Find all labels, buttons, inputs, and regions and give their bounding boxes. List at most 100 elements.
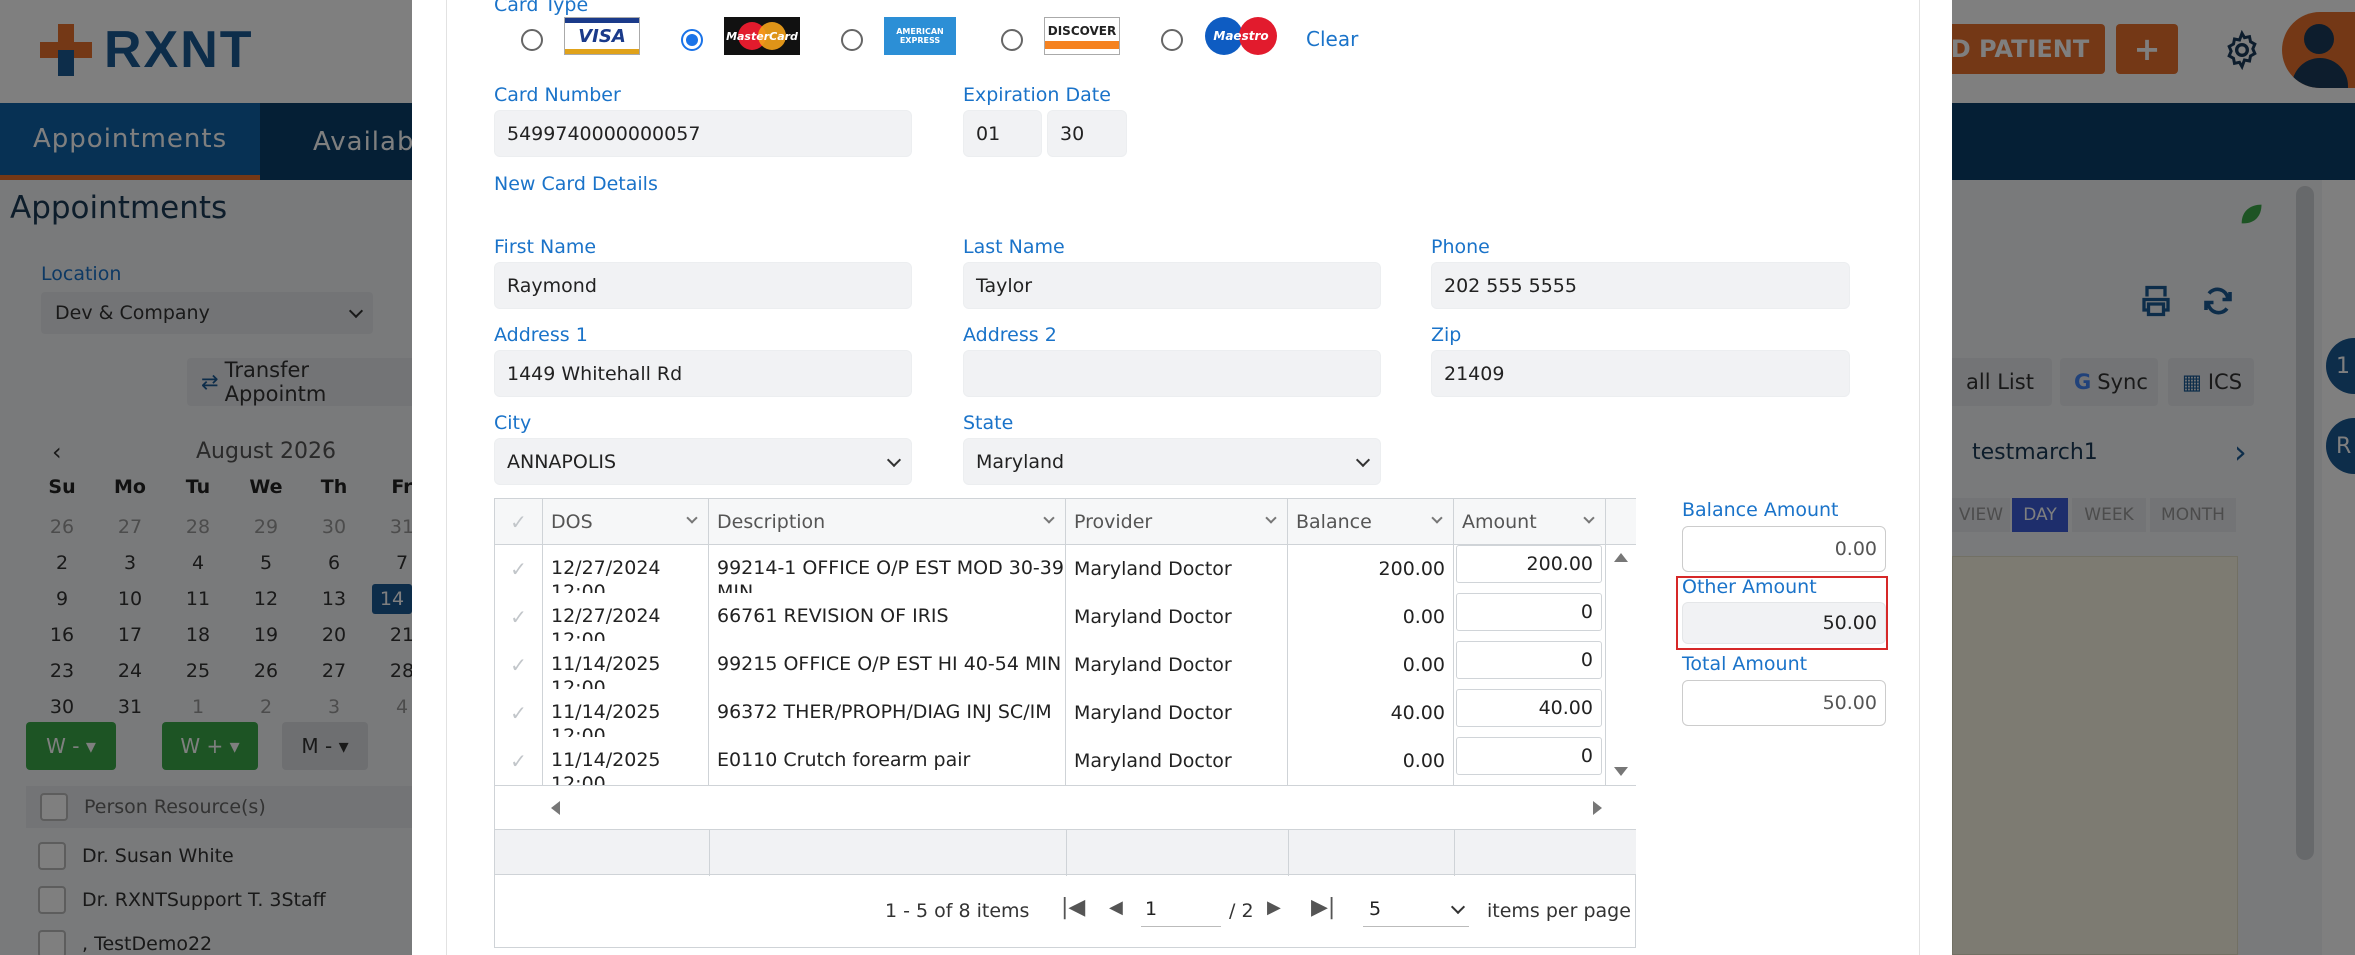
select-all-check[interactable]: ✓ bbox=[495, 499, 543, 545]
zip-input[interactable]: 21409 bbox=[1431, 350, 1850, 397]
next-page-icon[interactable]: ▶ bbox=[1267, 897, 1281, 918]
chevron-down-icon bbox=[1355, 452, 1371, 467]
mastercard-logo[interactable]: MasterCard bbox=[724, 17, 800, 55]
other-amount-input[interactable]: 50.00 bbox=[1682, 602, 1886, 644]
state-label: State bbox=[963, 412, 1014, 434]
dos-cell: 11/14/2025 12:00 bbox=[543, 641, 709, 689]
desc-cell: 99215 OFFICE O/P EST HI 40-54 MIN bbox=[709, 641, 1066, 689]
city-value: ANNAPOLIS bbox=[507, 450, 617, 473]
dos-cell: 11/14/2025 12:00 bbox=[543, 689, 709, 737]
total-amount-label: Total Amount bbox=[1682, 653, 1808, 675]
col-balance[interactable]: Balance bbox=[1288, 499, 1454, 545]
table-row[interactable]: ✓ 11/14/2025 12:00 99215 OFFICE O/P EST HI … bbox=[495, 641, 1606, 689]
chevron-down-icon[interactable] bbox=[1431, 512, 1443, 524]
check-icon[interactable]: ✓ bbox=[510, 557, 527, 581]
new-card-details-link[interactable]: New Card Details bbox=[494, 173, 658, 195]
page-size-select[interactable]: 5 bbox=[1363, 891, 1469, 927]
amount-input[interactable]: 200.00 bbox=[1456, 545, 1602, 583]
state-select[interactable]: Maryland bbox=[963, 438, 1381, 485]
column-label: Description bbox=[717, 510, 826, 533]
check-icon[interactable]: ✓ bbox=[510, 749, 527, 773]
table-row[interactable]: ✓ 12/27/2024 12:00 66761 REVISION OF IRIS Ma… bbox=[495, 593, 1606, 641]
modal-backdrop[interactable] bbox=[0, 0, 412, 955]
first-page-icon[interactable]: |◀ bbox=[1061, 895, 1085, 920]
col-description[interactable]: Description bbox=[709, 499, 1066, 545]
column-label: DOS bbox=[551, 510, 593, 533]
check-icon[interactable]: ✓ bbox=[510, 653, 527, 677]
check-icon[interactable]: ✓ bbox=[510, 701, 527, 725]
clear-link[interactable]: Clear bbox=[1306, 27, 1358, 51]
col-amount[interactable]: Amount bbox=[1454, 499, 1606, 545]
table-row[interactable]: ✓ 11/14/2025 12:00 E0110 Crutch forearm pai… bbox=[495, 737, 1606, 785]
header-spacer bbox=[1606, 499, 1636, 545]
expiration-year-input[interactable]: 30 bbox=[1047, 110, 1127, 157]
last-name-input[interactable]: Taylor bbox=[963, 262, 1381, 309]
amount-input[interactable]: 0 bbox=[1456, 593, 1602, 631]
vertical-scrollbar[interactable] bbox=[1606, 545, 1636, 785]
prev-page-icon[interactable]: ◀ bbox=[1109, 897, 1123, 918]
desc-cell: 66761 REVISION OF IRIS bbox=[709, 593, 1066, 641]
modal-backdrop[interactable] bbox=[1952, 0, 2355, 955]
table-row[interactable]: ✓ 12/27/2024 12:00 99214-1 OFFICE O/P EST M… bbox=[495, 545, 1606, 593]
city-select[interactable]: ANNAPOLIS bbox=[494, 438, 912, 485]
radio-amex[interactable] bbox=[841, 29, 863, 51]
scroll-left-icon[interactable] bbox=[551, 801, 560, 815]
dos-overflow: 12:00 bbox=[551, 629, 606, 641]
dos-value: 12/27/2024 bbox=[551, 557, 661, 579]
phone-input[interactable]: 202 555 5555 bbox=[1431, 262, 1850, 309]
col-provider[interactable]: Provider bbox=[1066, 499, 1288, 545]
expiration-month-input[interactable]: 01 bbox=[963, 110, 1042, 157]
desc-cell: 96372 THER/PROPH/DIAG INJ SC/IM bbox=[709, 689, 1066, 737]
address1-input[interactable]: 1449 Whitehall Rd bbox=[494, 350, 912, 397]
dos-cell: 12/27/2024 12:00 bbox=[543, 593, 709, 641]
scroll-down-icon[interactable] bbox=[1614, 767, 1628, 776]
amount-cell: 0 bbox=[1454, 737, 1606, 785]
check-icon[interactable]: ✓ bbox=[510, 605, 527, 629]
provider-value: Maryland Doctor bbox=[1074, 702, 1232, 724]
desc-value: 66761 REVISION OF IRIS bbox=[717, 605, 949, 627]
chevron-down-icon[interactable] bbox=[1265, 512, 1277, 524]
amex-logo[interactable]: AMERICAN EXPRESS bbox=[884, 17, 956, 55]
balance-amount-input[interactable]: 0.00 bbox=[1682, 526, 1886, 572]
chevron-down-icon[interactable] bbox=[686, 512, 698, 524]
card-name: VISA bbox=[578, 25, 626, 47]
amount-input[interactable]: 0 bbox=[1456, 737, 1602, 775]
table-row[interactable]: ✓ 11/14/2025 12:00 96372 THER/PROPH/DIAG IN… bbox=[495, 689, 1606, 737]
column-label: Amount bbox=[1462, 510, 1537, 533]
radio-mastercard[interactable] bbox=[681, 29, 703, 51]
amount-input[interactable]: 0 bbox=[1456, 641, 1602, 679]
first-name-input[interactable]: Raymond bbox=[494, 262, 912, 309]
row-select: ✓ bbox=[495, 593, 543, 641]
card-number-value: 5499740000000057 bbox=[507, 122, 701, 145]
address2-input[interactable] bbox=[963, 350, 1381, 397]
card-number-input[interactable]: 5499740000000057 bbox=[494, 110, 912, 157]
visa-logo[interactable]: VISA bbox=[564, 17, 640, 55]
radio-discover[interactable] bbox=[1001, 29, 1023, 51]
radio-maestro[interactable] bbox=[1161, 29, 1183, 51]
row-select: ✓ bbox=[495, 737, 543, 785]
dos-cell: 12/27/2024 12:00 bbox=[543, 545, 709, 593]
horizontal-scrollbar[interactable] bbox=[495, 785, 1636, 829]
chevron-down-icon[interactable] bbox=[1043, 512, 1055, 524]
provider-value: Maryland Doctor bbox=[1074, 750, 1232, 772]
provider-cell: Maryland Doctor bbox=[1066, 641, 1288, 689]
dos-value: 11/14/2025 bbox=[551, 749, 661, 771]
col-dos[interactable]: DOS bbox=[543, 499, 709, 545]
scroll-right-icon[interactable] bbox=[1593, 801, 1602, 815]
balance-cell: 40.00 bbox=[1288, 689, 1454, 737]
last-page-icon[interactable]: ▶| bbox=[1311, 895, 1335, 920]
scroll-up-icon[interactable] bbox=[1614, 553, 1628, 562]
amount-input[interactable]: 40.00 bbox=[1456, 689, 1602, 727]
dos-value: 11/14/2025 bbox=[551, 653, 661, 675]
dos-cell: 11/14/2025 12:00 bbox=[543, 737, 709, 785]
pager-summary: 1 - 5 of 8 items bbox=[885, 900, 1030, 922]
total-amount-input[interactable]: 50.00 bbox=[1682, 680, 1886, 726]
discover-logo[interactable]: DISCOVER bbox=[1044, 17, 1120, 55]
radio-visa[interactable] bbox=[521, 29, 543, 51]
card-name: DISCOVER bbox=[1047, 23, 1117, 38]
amount-cell: 40.00 bbox=[1454, 689, 1606, 737]
page-input[interactable]: 1 bbox=[1141, 891, 1221, 927]
chevron-down-icon[interactable] bbox=[1583, 512, 1595, 524]
balance-amount-value: 0.00 bbox=[1834, 538, 1877, 560]
maestro-logo[interactable]: Maestro bbox=[1203, 17, 1279, 55]
